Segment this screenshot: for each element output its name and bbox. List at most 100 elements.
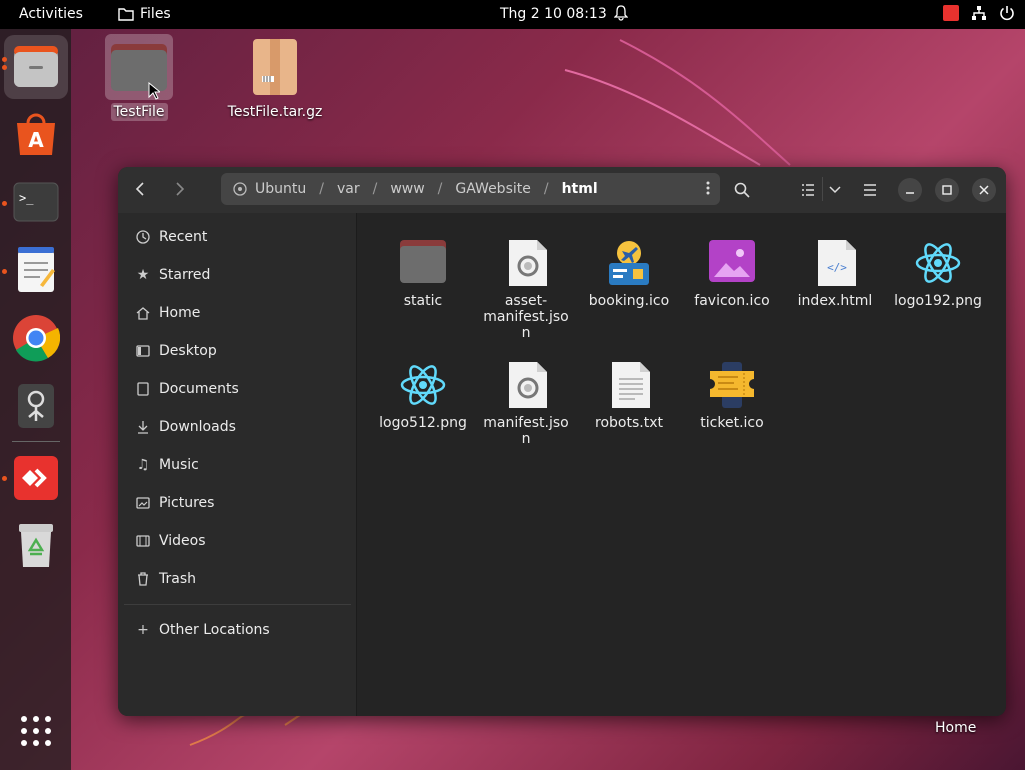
file-grid: static asset- manifest.jso n booking.ico… [358, 213, 1006, 716]
react-logo-icon [399, 361, 447, 409]
react-logo-icon [914, 239, 962, 287]
trash-icon [135, 571, 151, 587]
star-icon: ★ [136, 267, 150, 283]
file-name: static [403, 293, 443, 309]
sidebar-item-label: Home [159, 305, 201, 321]
sidebar-item-label: Documents [159, 381, 239, 397]
maximize-button[interactable] [935, 178, 959, 202]
sidebar-item-videos[interactable]: Videos [135, 531, 206, 551]
sidebar-item-label: Downloads [159, 419, 236, 435]
folder-icon [399, 239, 447, 287]
file-item-manifest[interactable]: manifest.jso n [478, 361, 574, 447]
sidebar-item-label: Desktop [159, 343, 217, 359]
home-icon [135, 305, 151, 321]
forward-button[interactable] [170, 179, 190, 199]
sidebar-item-label: Trash [159, 571, 196, 587]
sidebar-item-desktop[interactable]: Desktop [135, 341, 217, 361]
image-file-icon [708, 239, 756, 287]
file-item-logo192[interactable]: logo192.png [890, 239, 986, 309]
sidebar-item-label: Starred [159, 267, 211, 283]
video-icon [135, 533, 151, 549]
file-item-favicon[interactable]: favicon.ico [684, 239, 780, 309]
download-icon [135, 419, 151, 435]
desktop-icon [135, 343, 151, 359]
file-item-index-html[interactable]: </> index.html [787, 239, 883, 309]
desktop-item-testfile[interactable]: TestFile [94, 34, 184, 121]
file-name: index.html [797, 293, 873, 309]
desktop-item-label: TestFile.tar.gz [227, 104, 323, 120]
sidebar-item-label: Recent [159, 229, 208, 245]
view-list-button[interactable] [798, 180, 818, 200]
file-name: robots.txt [595, 415, 663, 431]
file-name: booking.ico [588, 293, 670, 309]
file-name: ticket.ico [700, 415, 764, 431]
file-item-logo512[interactable]: logo512.png [375, 361, 471, 431]
hamburger-menu-icon [864, 184, 876, 196]
file-item-static[interactable]: static [375, 239, 471, 309]
sidebar: Recent ★ Starred Home Desktop Documents … [118, 213, 357, 716]
sidebar-item-other-locations[interactable]: + Other Locations [135, 620, 270, 640]
header-bar: Ubuntu / var / www / GAWebsite / html [118, 167, 1006, 213]
desktop-item-label: TestFile [110, 103, 168, 121]
minimize-icon [906, 192, 914, 194]
sidebar-item-starred[interactable]: ★ Starred [135, 265, 211, 285]
plus-icon: + [137, 622, 149, 638]
desktop-item-testfile-archive[interactable]: TestFile.tar.gz [228, 34, 322, 121]
ticket-icon [708, 361, 756, 409]
sidebar-item-home[interactable]: Home [135, 303, 200, 323]
chevron-right-icon [176, 182, 185, 196]
sidebar-item-music[interactable]: ♫ Music [135, 455, 199, 475]
view-options-button[interactable] [826, 180, 844, 200]
breadcrumb-root[interactable]: Ubuntu [255, 181, 306, 197]
file-item-ticket[interactable]: ticket.ico [684, 361, 780, 431]
file-name: logo192.png [894, 293, 982, 309]
file-item-booking[interactable]: booking.ico [581, 239, 677, 309]
file-name: asset- manifest.jso n [483, 293, 569, 341]
list-view-icon [802, 184, 814, 196]
disk-icon [233, 182, 247, 196]
sidebar-item-downloads[interactable]: Downloads [135, 417, 236, 437]
sidebar-item-label: Pictures [159, 495, 215, 511]
json-file-icon [502, 361, 550, 409]
main-menu-button[interactable] [860, 180, 880, 200]
close-icon [979, 185, 989, 195]
path-bar[interactable]: Ubuntu / var / www / GAWebsite / html [221, 173, 720, 205]
sidebar-separator [124, 604, 351, 605]
file-name: favicon.ico [694, 293, 770, 309]
document-icon [135, 381, 151, 397]
path-menu-button[interactable] [706, 181, 710, 199]
svg-text:</>: </> [827, 261, 847, 274]
text-file-icon [605, 361, 653, 409]
search-icon [734, 182, 750, 198]
close-button[interactable] [972, 178, 996, 202]
pictures-icon [135, 495, 151, 511]
sidebar-item-label: Other Locations [159, 622, 270, 638]
sidebar-item-trash[interactable]: Trash [135, 569, 196, 589]
breadcrumb-var[interactable]: var [337, 181, 360, 197]
breadcrumb-current[interactable]: html [562, 181, 598, 197]
minimize-button[interactable] [898, 178, 922, 202]
booking-icon [605, 239, 653, 287]
music-icon: ♫ [136, 457, 150, 473]
back-button[interactable] [130, 179, 150, 199]
file-name: manifest.jso n [483, 415, 569, 447]
archive-icon [253, 39, 297, 95]
sidebar-item-label: Videos [159, 533, 206, 549]
chevron-left-icon [135, 182, 144, 196]
file-item-robots[interactable]: robots.txt [581, 361, 677, 431]
desktop-home-label[interactable]: Home [935, 720, 976, 736]
sidebar-item-documents[interactable]: Documents [135, 379, 239, 399]
mouse-cursor-icon [148, 82, 160, 100]
sidebar-item-pictures[interactable]: Pictures [135, 493, 214, 513]
html-file-icon: </> [811, 239, 859, 287]
breadcrumb-gawebsite[interactable]: GAWebsite [455, 181, 530, 197]
vertical-dots-icon [706, 181, 710, 195]
clock-icon [135, 229, 151, 245]
breadcrumb-www[interactable]: www [390, 181, 424, 197]
files-window: Ubuntu / var / www / GAWebsite / html Re… [118, 167, 1006, 716]
file-name: logo512.png [379, 415, 467, 431]
file-item-asset-manifest[interactable]: asset- manifest.jso n [478, 239, 574, 341]
sidebar-item-label: Music [159, 457, 199, 473]
sidebar-item-recent[interactable]: Recent [135, 227, 207, 247]
search-button[interactable] [732, 180, 752, 200]
